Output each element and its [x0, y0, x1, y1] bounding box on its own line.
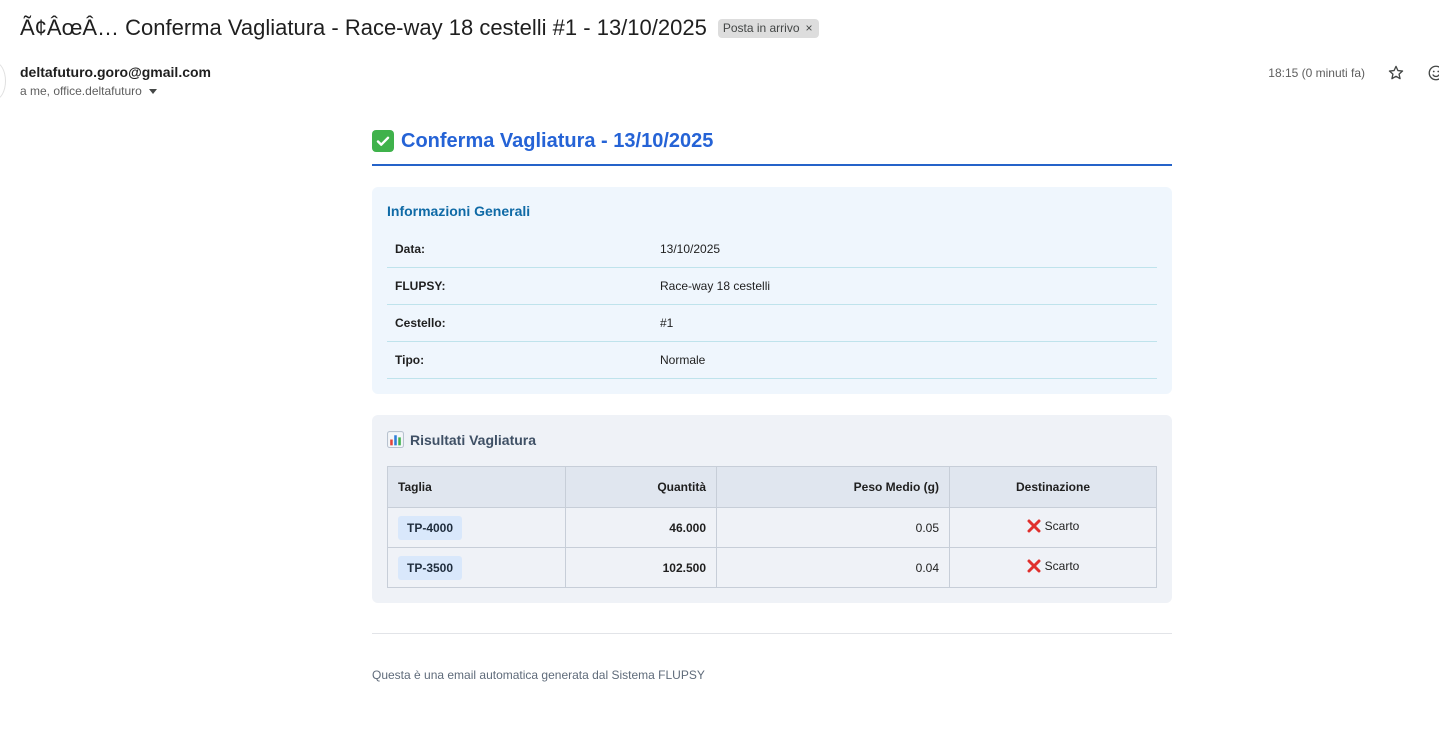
- results-table: Taglia Quantità Peso Medio (g) Destinazi…: [387, 466, 1157, 588]
- info-value: Normale: [652, 341, 1157, 379]
- cross-mark-icon: [1027, 559, 1041, 573]
- results-heading: Risultati Vagliatura: [387, 431, 1157, 448]
- info-value: 13/10/2025: [652, 231, 1157, 268]
- email-body: Conferma Vagliatura - 13/10/2025 Informa…: [372, 120, 1172, 682]
- cross-mark-icon: [1027, 519, 1041, 533]
- destination-text: Scarto: [1044, 519, 1080, 533]
- table-row: TP-3500 102.500 0.04 Scarto: [387, 547, 1157, 588]
- column-header-destination: Destinazione: [949, 466, 1157, 508]
- message-actions: 18:15 (0 minuti fa): [1268, 64, 1439, 82]
- info-row-type: Tipo: Normale: [387, 341, 1157, 379]
- results-heading-text: Risultati Vagliatura: [410, 431, 537, 448]
- remove-label-button[interactable]: ×: [806, 21, 813, 36]
- column-header-quantity: Quantità: [565, 466, 717, 508]
- weight-cell: 0.05: [716, 507, 950, 548]
- info-value: #1: [652, 304, 1157, 342]
- email-view: Ã¢ÂœÂ… Conferma Vagliatura - Race-way 18…: [0, 0, 1439, 731]
- size-badge: TP-3500: [398, 555, 463, 580]
- screening-results-section: Risultati Vagliatura Taglia Quantità Pes…: [372, 415, 1172, 603]
- destination-text: Scarto: [1044, 559, 1080, 573]
- subject-row: Ã¢ÂœÂ… Conferma Vagliatura - Race-way 18…: [20, 12, 819, 44]
- recipients-line: a me, office.deltafuturo: [20, 84, 211, 98]
- sender-block: deltafuturo.goro@gmail.com a me, office.…: [20, 64, 211, 98]
- footer-divider: [372, 633, 1172, 634]
- inbox-label-text: Posta in arrivo: [722, 20, 800, 35]
- bar-chart-icon: [387, 431, 404, 448]
- results-header-row: Taglia Quantità Peso Medio (g) Destinazi…: [387, 466, 1157, 508]
- general-info-section: Informazioni Generali Data: 13/10/2025 F…: [372, 187, 1172, 394]
- table-row: TP-4000 46.000 0.05 Scarto: [387, 507, 1157, 548]
- body-title: Conferma Vagliatura - 13/10/2025: [372, 120, 1172, 166]
- info-key: Tipo:: [387, 341, 652, 379]
- weight-cell: 0.04: [716, 547, 950, 588]
- info-row-basket: Cestello: #1: [387, 304, 1157, 342]
- sender-email[interactable]: deltafuturo.goro@gmail.com: [20, 64, 211, 80]
- inbox-label-chip[interactable]: Posta in arrivo ×: [717, 18, 819, 38]
- column-header-weight: Peso Medio (g): [716, 466, 950, 508]
- star-icon[interactable]: [1387, 64, 1405, 82]
- general-info-table: Data: 13/10/2025 FLUPSY: Race-way 18 ces…: [387, 231, 1157, 379]
- size-cell: TP-3500: [387, 547, 566, 588]
- email-subject: Ã¢ÂœÂ… Conferma Vagliatura - Race-way 18…: [20, 15, 707, 40]
- info-key: FLUPSY:: [387, 267, 652, 305]
- destination-value: Scarto: [1027, 559, 1080, 573]
- quantity-cell: 102.500: [565, 547, 717, 588]
- footer-note: Questa è una email automatica generata d…: [372, 668, 705, 682]
- info-key: Cestello:: [387, 304, 652, 342]
- info-value: Race-way 18 cestelli: [652, 267, 1157, 305]
- emoji-reaction-icon[interactable]: [1427, 64, 1439, 82]
- info-row-date: Data: 13/10/2025: [387, 231, 1157, 268]
- info-row-flupsy: FLUPSY: Race-way 18 cestelli: [387, 267, 1157, 305]
- size-badge: TP-4000: [398, 515, 463, 540]
- column-header-size: Taglia: [387, 466, 566, 508]
- quantity-cell: 46.000: [565, 507, 717, 548]
- check-mark-button-icon: [372, 130, 394, 152]
- body-title-text: Conferma Vagliatura - 13/10/2025: [401, 129, 714, 152]
- recipients-text: a me, office.deltafuturo: [20, 84, 142, 98]
- destination-cell: Scarto: [949, 507, 1157, 548]
- destination-cell: Scarto: [949, 547, 1157, 588]
- general-info-heading: Informazioni Generali: [387, 203, 531, 219]
- info-key: Data:: [387, 231, 652, 268]
- sender-avatar[interactable]: [0, 62, 6, 100]
- show-details-dropdown-icon[interactable]: [148, 88, 157, 94]
- destination-value: Scarto: [1027, 519, 1080, 533]
- size-cell: TP-4000: [387, 507, 566, 548]
- message-timestamp: 18:15 (0 minuti fa): [1268, 66, 1365, 80]
